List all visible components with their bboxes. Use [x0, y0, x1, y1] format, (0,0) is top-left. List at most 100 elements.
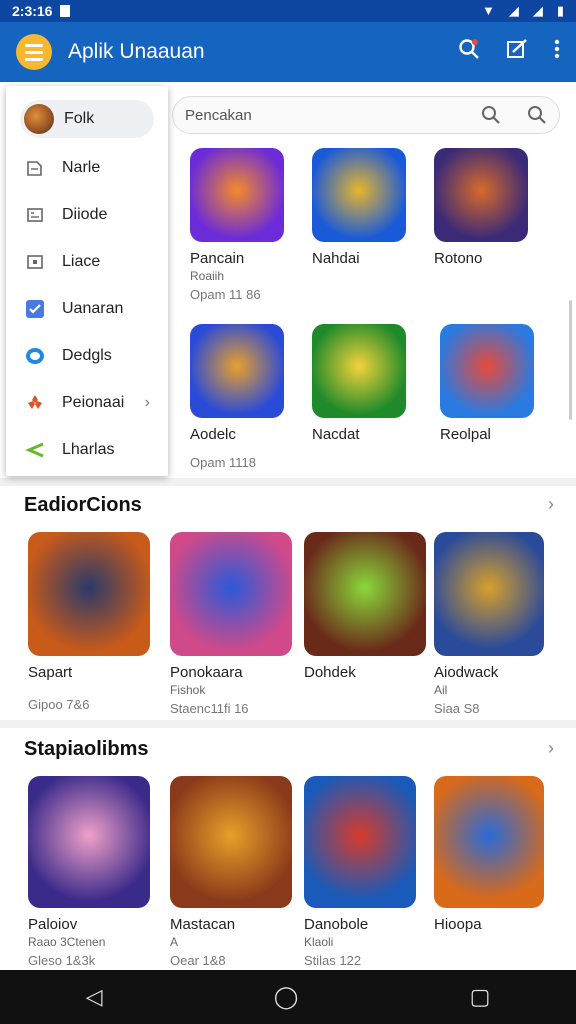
app-title: Dohdek	[304, 664, 356, 681]
app-thumbnail	[190, 148, 284, 242]
drawer-item-uanaran[interactable]: Uanaran	[6, 285, 168, 332]
app-card[interactable]: Rotono	[434, 148, 534, 267]
check-icon	[24, 298, 46, 320]
recents-icon[interactable]: ▢	[470, 984, 491, 1010]
chevron-right-icon[interactable]: ›	[548, 738, 554, 759]
app-thumbnail	[170, 776, 292, 908]
divider	[0, 478, 576, 486]
app-thumbnail	[312, 148, 406, 242]
chevron-right-icon[interactable]: ›	[548, 494, 554, 515]
app-subtitle: Klaoli	[304, 935, 334, 949]
app-subtitle: Roaiih	[190, 269, 225, 283]
app-title: Nacdat	[312, 426, 360, 443]
search-icon[interactable]	[481, 105, 501, 125]
drawer-item-narle[interactable]: Narle	[6, 144, 168, 191]
drawer-item-label: Peionaai	[62, 393, 125, 411]
app-title: Danobole	[304, 916, 369, 933]
app-card[interactable]: Paloiov Raao 3Ctenen Gleso 1&3k	[28, 776, 152, 968]
app-thumbnail	[440, 324, 534, 418]
app-card[interactable]: Dohdek	[304, 532, 428, 681]
signal-icon: ◢	[532, 3, 543, 18]
app-meta: Gipoo 7&6	[28, 697, 90, 712]
app-meta: Oear 1&8	[170, 953, 226, 968]
drawer-item-peionaai[interactable]: Peionaai ›	[6, 379, 168, 426]
app-thumbnail	[28, 532, 150, 656]
chat-icon	[24, 345, 46, 367]
app-meta: Siaa S8	[434, 701, 480, 716]
share-icon	[24, 439, 46, 461]
app-thumbnail	[190, 324, 284, 418]
app-card[interactable]: Aodelc Opam 1118	[190, 324, 290, 470]
app-thumbnail	[304, 776, 416, 908]
app-thumbnail	[312, 324, 406, 418]
app-subtitle: A	[170, 935, 179, 949]
app-thumbnail	[304, 532, 426, 656]
grid-icon	[24, 204, 46, 226]
section-title: EadiorCions	[24, 494, 142, 516]
drawer-item-label: Uanaran	[62, 299, 124, 317]
app-card[interactable]: Pancain Roaiih Opam 11 86	[190, 148, 290, 302]
search-icon[interactable]	[527, 105, 547, 125]
signal-icon: ◢	[508, 3, 519, 18]
app-title: Aodelc	[190, 426, 236, 443]
app-title: Mastacan	[170, 916, 236, 933]
scrollbar[interactable]	[569, 300, 572, 420]
status-bar: 2:3:16 ▼ ◢ ◢ ▮	[0, 0, 576, 22]
search-placeholder: Pencakan	[185, 106, 252, 124]
divider	[0, 720, 576, 728]
app-bar: Aplik Unaauan	[0, 22, 576, 82]
app-subtitle: Ail	[434, 683, 448, 697]
battery-icon: ▮	[556, 3, 564, 18]
app-card[interactable]: Danobole Klaoli Stilas 122	[304, 776, 428, 968]
edit-icon[interactable]	[506, 38, 528, 66]
notification-icon	[60, 5, 71, 17]
search-input[interactable]: Pencakan	[172, 96, 560, 134]
app-card[interactable]: Hioopa	[434, 776, 558, 933]
back-icon[interactable]: ◁	[86, 984, 103, 1010]
app-thumbnail	[28, 776, 150, 908]
clock: 2:3:16	[12, 3, 53, 19]
drawer-item-liace[interactable]: Liace	[6, 238, 168, 285]
search-icon[interactable]	[458, 38, 480, 66]
app-title: Hioopa	[434, 916, 482, 933]
app-subtitle: Raao 3Ctenen	[28, 935, 106, 949]
app-card[interactable]: Aiodwack Ail Siaa S8	[434, 532, 558, 716]
app-card[interactable]: Reolpal	[440, 324, 540, 443]
hamburger-icon	[25, 43, 43, 47]
app-meta: Opam 11 86	[190, 287, 261, 302]
app-card[interactable]: Sapart Gipoo 7&6	[28, 532, 152, 712]
puzzle-icon	[24, 392, 46, 414]
app-thumbnail	[434, 532, 544, 656]
menu-button[interactable]	[16, 34, 52, 70]
app-title: Pancain	[190, 250, 245, 267]
drawer-item-diiode[interactable]: Diiode	[6, 191, 168, 238]
app-card[interactable]: Ponokaara Fishok Staenc11fi 16	[170, 532, 294, 716]
window-icon	[24, 251, 46, 273]
drawer-item-label: Narle	[62, 158, 101, 176]
drawer-item-dedgls[interactable]: Dedgls	[6, 332, 168, 379]
app-title: Sapart	[28, 664, 73, 681]
drawer-item-label: Diiode	[62, 205, 108, 223]
app-thumbnail	[434, 148, 528, 242]
app-thumbnail	[434, 776, 544, 908]
app-meta: Gleso 1&3k	[28, 953, 96, 968]
home-icon[interactable]: ◯	[274, 984, 299, 1010]
app-card[interactable]: Nacdat	[312, 324, 412, 443]
app-title: Aiodwack	[434, 664, 499, 681]
section-title: Stapiaolibms	[24, 738, 149, 760]
app-meta: Opam 1118	[190, 455, 257, 470]
drawer-item-profile[interactable]: Folk	[20, 100, 154, 138]
app-title: Paloiov	[28, 916, 78, 933]
app-meta: Staenc11fi 16	[170, 701, 249, 716]
drawer-item-label: Liace	[62, 252, 101, 270]
app-card[interactable]: Nahdai	[312, 148, 412, 267]
app-title: Ponokaara	[170, 664, 243, 681]
app-title: Nahdai	[312, 250, 360, 267]
app-card[interactable]: Mastacan A Oear 1&8	[170, 776, 294, 968]
app-thumbnail	[170, 532, 292, 656]
drawer-item-lharlas[interactable]: Lharlas	[6, 426, 168, 473]
wifi-icon: ▼	[481, 3, 495, 18]
more-vert-icon[interactable]	[554, 39, 560, 65]
drawer-item-label: Lharlas	[62, 440, 115, 458]
avatar	[24, 104, 54, 134]
